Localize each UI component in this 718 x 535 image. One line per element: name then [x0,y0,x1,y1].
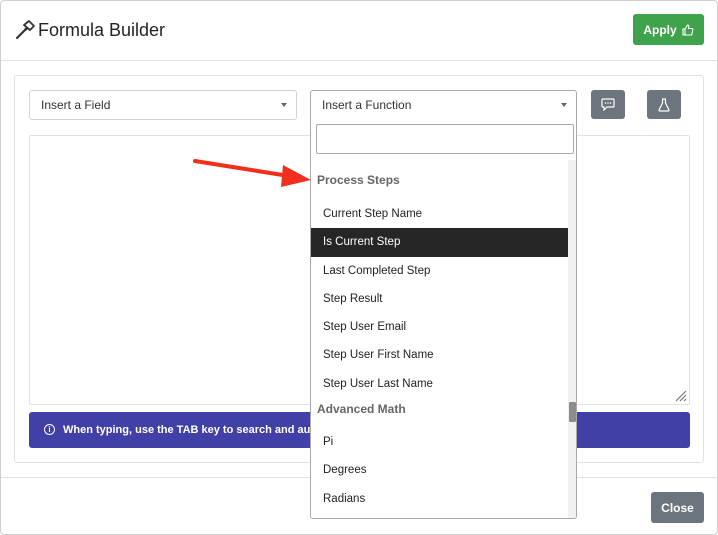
function-dropdown: Process Steps Current Step Name Is Curre… [310,116,577,519]
thumbs-up-icon [682,23,694,36]
hammer-icon [15,20,35,40]
info-icon: i [44,424,55,435]
option-step-user-last-name[interactable]: Step User Last Name [311,370,568,398]
insert-function-label: Insert a Function [322,98,412,112]
insert-field-label: Insert a Field [41,98,111,112]
chevron-down-icon [561,103,567,107]
option-last-completed-step[interactable]: Last Completed Step [311,257,568,285]
function-search-input[interactable] [316,124,574,154]
close-button[interactable]: Close [651,492,704,523]
modal-title: Formula Builder [38,20,166,40]
comment-icon [601,98,615,111]
comment-button[interactable] [591,90,625,119]
option-group-label: Process Steps [317,173,400,187]
resize-handle-icon[interactable] [673,388,687,402]
test-formula-button[interactable] [647,90,681,119]
option-step-user-email[interactable]: Step User Email [311,313,568,341]
option-degrees[interactable]: Degrees [311,456,568,484]
info-text: When typing, use the TAB key to search a… [63,424,334,436]
option-current-step-name[interactable]: Current Step Name [311,200,568,228]
option-radians[interactable]: Radians [311,485,568,513]
option-step-result[interactable]: Step Result [311,285,568,313]
modal-header: Formula Builder Apply [1,1,717,61]
scrollbar-thumb[interactable] [569,402,576,422]
apply-button[interactable]: Apply [633,14,704,45]
option-step-user-first-name[interactable]: Step User First Name [311,341,568,369]
chevron-down-icon [281,103,287,107]
option-group-label: Advanced Math [317,402,406,417]
function-options-list: Process Steps Current Step Name Is Curre… [311,160,568,518]
insert-field-select[interactable]: Insert a Field [29,90,297,120]
apply-label: Apply [643,22,677,37]
formula-builder-modal: Formula Builder Apply Insert a Field Ins… [0,0,718,535]
option-pi[interactable]: Pi [311,428,568,456]
dropdown-scrollbar[interactable] [568,160,576,518]
flask-icon [658,97,670,112]
annotation-arrow-icon [193,159,311,187]
option-is-current-step[interactable]: Is Current Step [311,228,568,257]
